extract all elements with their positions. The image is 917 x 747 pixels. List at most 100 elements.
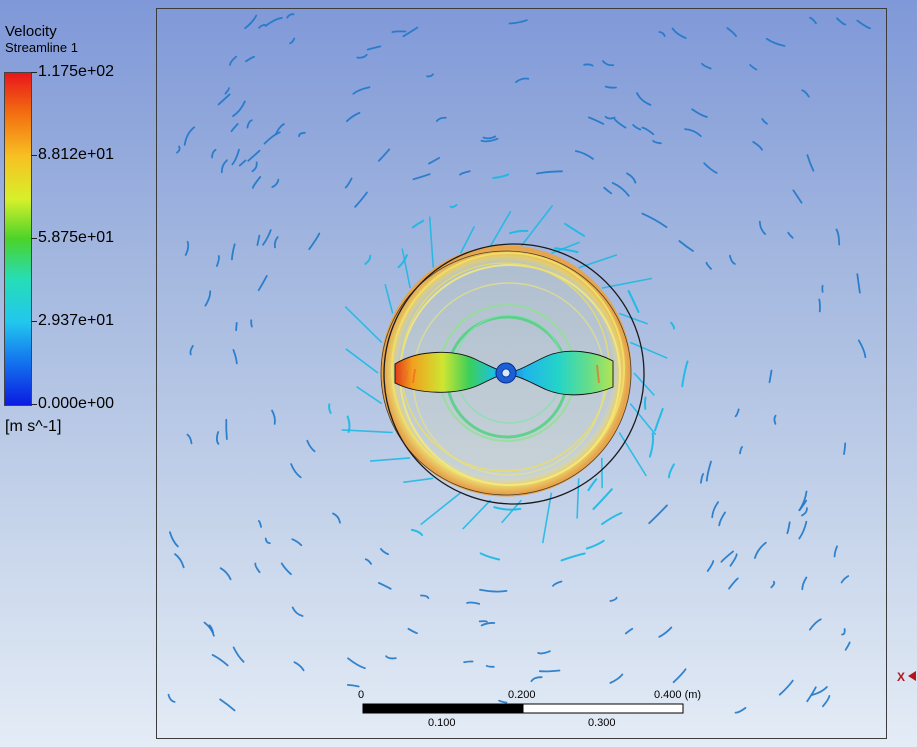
- streamline-segment: [254, 562, 261, 574]
- streamline-segment: [560, 552, 586, 562]
- streamline-segment: [641, 212, 668, 228]
- legend-tick-mark: [31, 238, 37, 239]
- streamline-segment: [520, 204, 554, 247]
- streamline-segment: [632, 124, 642, 131]
- streamline-segment: [806, 154, 815, 172]
- streamline-segment: [286, 13, 295, 19]
- streamline-segment: [264, 537, 271, 545]
- streamline-segment: [378, 148, 391, 162]
- streamline-segment: [670, 321, 675, 330]
- streamline-segment: [354, 191, 368, 208]
- streamline-segment: [364, 558, 372, 565]
- streamline-segment: [328, 403, 332, 414]
- streamline-segment: [291, 606, 304, 617]
- streamline-segment: [369, 457, 411, 462]
- graphics-viewport[interactable]: [156, 8, 887, 739]
- streamline-segment: [681, 360, 689, 388]
- streamline-segment: [734, 408, 740, 418]
- streamline-segment: [705, 261, 712, 270]
- streamline-segment: [463, 660, 474, 664]
- streamline-segment: [588, 116, 605, 125]
- streamline-segment: [836, 17, 847, 26]
- streamline-segment: [684, 128, 702, 137]
- streamline-segment: [273, 236, 279, 249]
- streamline-segment: [478, 620, 488, 623]
- propeller-hub: [495, 362, 517, 384]
- streamline-segment: [435, 116, 447, 122]
- scale-label-0-400: 0.400 (m): [654, 689, 702, 701]
- streamline-segment: [734, 707, 747, 714]
- streamline-segment: [729, 553, 738, 567]
- velocity-legend: Velocity Streamline 1 1.175e+02 8.812e+0…: [4, 22, 154, 442]
- streamline-segment: [186, 433, 193, 445]
- legend-tick-label: 8.812e+01: [38, 146, 115, 163]
- streamline-segment: [618, 432, 647, 477]
- streamline-segment: [449, 204, 458, 209]
- streamline-segment: [691, 108, 708, 118]
- streamline-segment: [250, 319, 253, 328]
- streamline-segment: [809, 16, 817, 25]
- streamline-segment: [235, 322, 238, 332]
- streamline-segment: [761, 118, 768, 125]
- streamline-segment: [345, 348, 379, 374]
- streamline-segment: [258, 24, 266, 29]
- streamline-segment: [739, 446, 743, 455]
- streamline-segment: [654, 408, 664, 432]
- streamline-segment: [574, 150, 594, 160]
- streamline-segment: [818, 298, 821, 313]
- streamline-segment: [291, 538, 303, 547]
- legend-colorbar: [4, 72, 32, 406]
- streamline-segment: [428, 216, 435, 268]
- streamline-segment: [482, 135, 497, 140]
- streamline-segment: [770, 580, 776, 589]
- streamline-segment: [552, 580, 563, 587]
- streamline-segment: [344, 177, 353, 189]
- streamline-segment: [384, 283, 394, 314]
- streamline-segment: [652, 139, 662, 145]
- streamline-segment: [729, 254, 736, 265]
- legend-tick-mark: [31, 72, 37, 73]
- streamline-segment: [856, 273, 861, 294]
- legend-tick-label-max: 1.175e+02: [38, 63, 115, 80]
- streamline-segment: [411, 219, 425, 229]
- streamline-segment: [256, 234, 261, 246]
- streamline-segment: [364, 254, 372, 265]
- streamline-segment: [230, 123, 239, 133]
- streamline-segment: [835, 228, 841, 246]
- streamline-segment: [489, 210, 512, 247]
- streamline-segment: [508, 19, 528, 25]
- legend-tick-mark: [31, 404, 37, 405]
- streamline-segment: [169, 531, 179, 548]
- streamline-segment: [844, 641, 851, 651]
- streamline-segment: [347, 657, 366, 670]
- streamline-segment: [426, 73, 434, 78]
- streamline-segment: [229, 55, 238, 66]
- streamline-segment: [231, 243, 236, 261]
- streamline-segment: [420, 594, 430, 599]
- streamline-segment: [703, 162, 718, 174]
- streamline-segment: [648, 432, 655, 458]
- scale-label-0-100: 0.100: [428, 717, 456, 729]
- streamline-segment: [217, 93, 231, 106]
- streamline-segment: [768, 369, 773, 384]
- streamline-segment: [378, 582, 392, 590]
- streamline-segment: [264, 17, 283, 27]
- streamline-segment: [843, 442, 847, 455]
- streamline-segment: [498, 699, 508, 704]
- streamline-segment: [224, 87, 231, 95]
- streamline-segment: [263, 131, 281, 145]
- streamline-segment: [251, 161, 258, 173]
- scale-label-0-200: 0.200: [508, 689, 536, 701]
- streamline-segment: [174, 553, 185, 569]
- streamline-segment: [289, 37, 296, 45]
- axis-x-arrow-icon: [908, 671, 916, 681]
- streamline-segment: [428, 157, 441, 165]
- streamline-segment: [232, 100, 246, 117]
- streamline-segment: [765, 37, 786, 47]
- legend-unit: [m s^-1]: [5, 418, 62, 435]
- streamline-segment: [701, 62, 712, 70]
- streamline-segment: [604, 85, 617, 89]
- streamline-segment: [385, 655, 397, 660]
- streamline-segment: [536, 170, 563, 175]
- streamline-segment: [352, 86, 371, 95]
